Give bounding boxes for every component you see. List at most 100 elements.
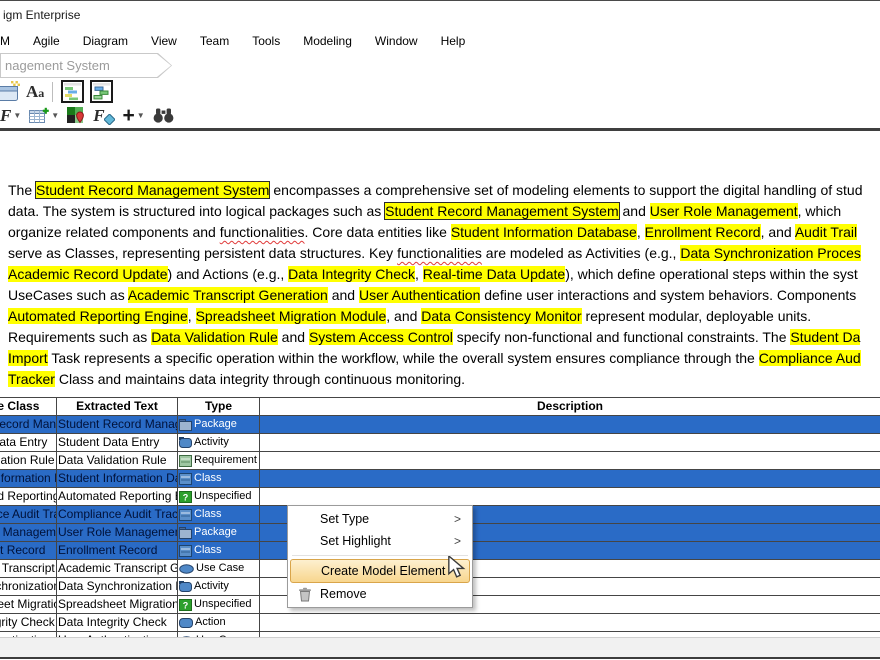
menu-modeling[interactable]: Modeling: [303, 34, 352, 48]
document-line: serve as Classes, representing persisten…: [8, 243, 880, 264]
extracted-text-cell[interactable]: Student Record Management System: [57, 416, 178, 433]
extracted-text-cell[interactable]: User Role Management: [57, 524, 178, 541]
extracted-text-cell[interactable]: Compliance Audit Tracker: [57, 506, 178, 523]
highlighted-term[interactable]: User Authentication: [359, 287, 480, 303]
column-header-type[interactable]: Type: [178, 398, 260, 415]
type-cell[interactable]: Package: [178, 524, 260, 541]
description-cell[interactable]: [260, 434, 880, 451]
column-header-extracted-text[interactable]: Extracted Text: [57, 398, 178, 415]
font-Aa-icon[interactable]: Aa: [26, 80, 44, 104]
description-cell[interactable]: [260, 452, 880, 469]
candidate-class-cell[interactable]: Spreadsheet Migration Module: [0, 596, 57, 613]
menu-m[interactable]: M: [0, 34, 10, 48]
candidate-class-cell[interactable]: Academic Transcript Generation: [0, 560, 57, 577]
highlighted-term[interactable]: System Access Control: [309, 329, 453, 345]
candidate-class-cell[interactable]: Data Synchronization Process: [0, 578, 57, 595]
type-cell[interactable]: Class: [178, 470, 260, 487]
candidate-class-cell[interactable]: Enrollment Record: [0, 542, 57, 559]
menu-help[interactable]: Help: [441, 34, 466, 48]
highlighted-term[interactable]: Spreadsheet Migration Module: [196, 308, 387, 324]
candidate-class-cell[interactable]: Student Data Entry: [0, 434, 57, 451]
table-row-data-validation-rule[interactable]: Data Validation RuleData Validation Rule…: [0, 452, 880, 470]
highlighted-term[interactable]: Student Record Management System: [36, 182, 269, 198]
candidate-class-cell[interactable]: Automated Reporting Engine: [0, 488, 57, 505]
highlighted-term[interactable]: Import: [8, 350, 48, 366]
description-cell[interactable]: [260, 614, 880, 631]
extracted-text-cell[interactable]: Data Validation Rule: [57, 452, 178, 469]
extracted-text-cell[interactable]: Data Synchronization Process: [57, 578, 178, 595]
table-add-dropdown-icon[interactable]: ▼: [29, 104, 59, 128]
menu-diagram[interactable]: Diagram: [83, 34, 128, 48]
highlighted-term[interactable]: User Role Management: [650, 203, 798, 219]
context-menu-item-create-model-element[interactable]: Create Model Element: [290, 559, 470, 583]
highlighted-term[interactable]: Audit Trail: [795, 224, 857, 240]
type-cell[interactable]: Package: [178, 416, 260, 433]
candidate-class-cell[interactable]: Data Integrity Check: [0, 614, 57, 631]
candidate-class-cell[interactable]: Data Validation Rule: [0, 452, 57, 469]
table-row-data-integrity-check[interactable]: Data Integrity CheckData Integrity Check…: [0, 614, 880, 632]
document-line: Requirements such as Data Validation Rul…: [8, 327, 880, 348]
extracted-text-cell[interactable]: Student Information Database: [57, 470, 178, 487]
column-header-candidate-class[interactable]: Candidate Class: [0, 398, 57, 415]
add-dropdown-icon[interactable]: +▼: [123, 104, 145, 128]
highlighted-term[interactable]: Automated Reporting Engine: [8, 308, 188, 324]
diagram-layout-icon[interactable]: [61, 80, 84, 104]
highlighted-term[interactable]: Compliance Aud: [759, 350, 861, 366]
menu-tools[interactable]: Tools: [252, 34, 280, 48]
type-cell[interactable]: ?Unspecified: [178, 596, 260, 613]
type-cell[interactable]: ?Unspecified: [178, 488, 260, 505]
description-cell[interactable]: [260, 416, 880, 433]
type-cell[interactable]: Activity: [178, 434, 260, 451]
highlighted-term[interactable]: Student Da: [790, 329, 860, 345]
candidate-class-cell[interactable]: User Role Management: [0, 524, 57, 541]
highlighted-term[interactable]: Data Integrity Check: [288, 266, 415, 282]
highlighted-term[interactable]: Student Record Management System: [385, 203, 618, 219]
type-cell[interactable]: Action: [178, 614, 260, 631]
color-grid-pin-icon[interactable]: [67, 104, 85, 128]
highlighted-term[interactable]: Academic Transcript Generation: [128, 287, 328, 303]
candidate-class-cell[interactable]: Student Information Database: [0, 470, 57, 487]
format-f-dropdown-icon[interactable]: F▼: [0, 104, 21, 128]
highlighted-term[interactable]: Enrollment Record: [645, 224, 761, 240]
highlighted-term[interactable]: Academic Record Update: [8, 266, 168, 282]
table-row-student-data-entry[interactable]: Student Data EntryStudent Data EntryActi…: [0, 434, 880, 452]
context-menu-item-set-highlight[interactable]: Set Highlight>: [290, 530, 470, 552]
type-cell[interactable]: Activity: [178, 578, 260, 595]
extracted-text-cell[interactable]: Spreadsheet Migration Module: [57, 596, 178, 613]
extracted-text-cell[interactable]: Automated Reporting Engine: [57, 488, 178, 505]
menu-view[interactable]: View: [151, 34, 177, 48]
context-menu-item-set-type[interactable]: Set Type>: [290, 508, 470, 530]
highlighted-term[interactable]: Tracker: [8, 371, 55, 387]
description-cell[interactable]: [260, 470, 880, 487]
table-row-student-record-management-system[interactable]: Student Record Management SystemStudent …: [0, 416, 880, 434]
context-menu-item-remove[interactable]: Remove: [290, 583, 470, 605]
table-row-automated-reporting-engine[interactable]: Automated Reporting EngineAutomated Repo…: [0, 488, 880, 506]
highlighted-term[interactable]: Student Information Database: [451, 224, 637, 240]
diagram-layout-alt-icon[interactable]: [90, 80, 113, 104]
type-cell[interactable]: Use Case: [178, 560, 260, 577]
table-row-student-information-database[interactable]: Student Information DatabaseStudent Info…: [0, 470, 880, 488]
extracted-text-cell[interactable]: Student Data Entry: [57, 434, 178, 451]
type-cell[interactable]: Class: [178, 506, 260, 523]
candidate-class-cell[interactable]: Student Record Management System: [0, 416, 57, 433]
tab-student-record-management-system[interactable]: nagement System: [0, 53, 172, 78]
type-cell[interactable]: Class: [178, 542, 260, 559]
extracted-text-cell[interactable]: Data Integrity Check: [57, 614, 178, 631]
format-italic-f-diamond-icon[interactable]: F: [93, 104, 114, 128]
highlighted-term[interactable]: Real-time Data Update: [423, 266, 565, 282]
highlighted-term[interactable]: Data Consistency Monitor: [421, 308, 581, 324]
new-window-icon[interactable]: [0, 80, 20, 104]
find-binoculars-icon[interactable]: [153, 104, 174, 128]
highlighted-term[interactable]: Data Synchronization Proces: [680, 245, 861, 261]
type-cell[interactable]: Requirement: [178, 452, 260, 469]
extracted-text-cell[interactable]: Enrollment Record: [57, 542, 178, 559]
menu-agile[interactable]: Agile: [33, 34, 60, 48]
extracted-text-cell[interactable]: Academic Transcript Generation: [57, 560, 178, 577]
candidate-class-cell[interactable]: Compliance Audit Tracker: [0, 506, 57, 523]
column-header-description[interactable]: Description: [260, 398, 880, 415]
description-cell[interactable]: [260, 488, 880, 505]
menu-team[interactable]: Team: [200, 34, 229, 48]
highlighted-term[interactable]: Data Validation Rule: [151, 329, 278, 345]
menu-window[interactable]: Window: [375, 34, 418, 48]
text-segment: UseCases such as: [8, 287, 128, 303]
